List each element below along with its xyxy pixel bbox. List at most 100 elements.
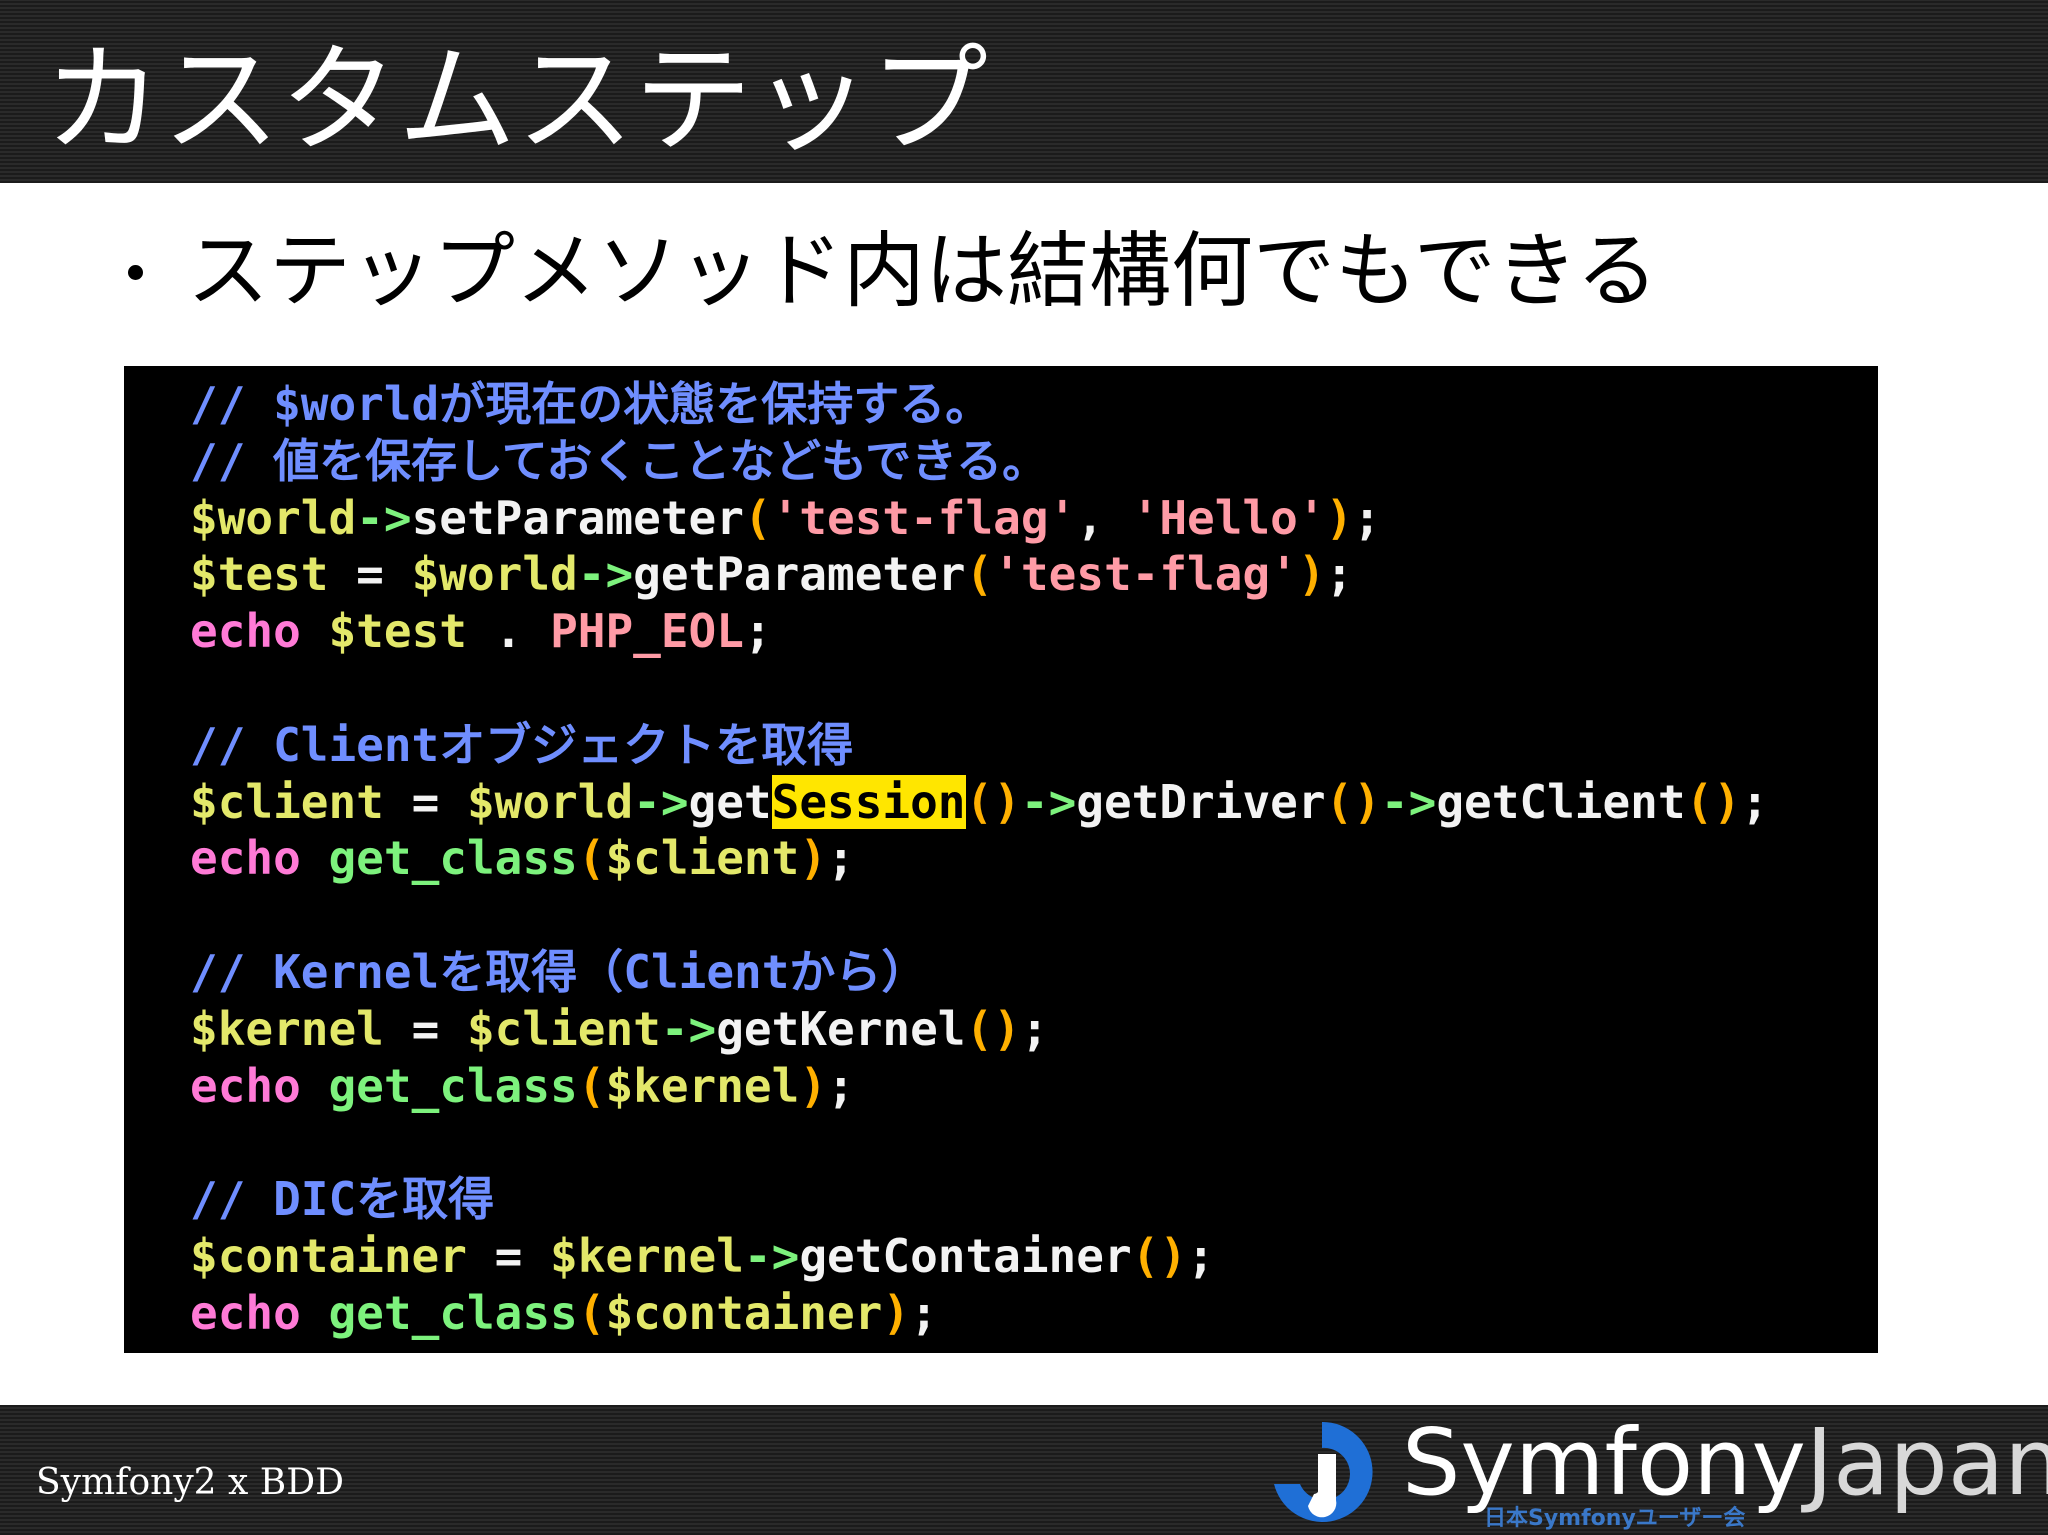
code-token: = [466, 1228, 551, 1283]
code-token: . [466, 604, 551, 659]
code-line: // 値を保存しておくことなどもできる。 [190, 433, 1878, 490]
code-token: -> [743, 1228, 800, 1283]
code-line: // Kernelを取得（Clientから） [190, 944, 1878, 1001]
code-line: $container = $kernel->getContainer(); [190, 1228, 1878, 1285]
code-token: $kernel [550, 1228, 744, 1283]
logo-secondary: Japan [1805, 1409, 2048, 1516]
code-token: -> [356, 490, 412, 545]
code-token: -> [633, 774, 689, 829]
code-token: ) [1297, 547, 1326, 602]
code-token: = [383, 1001, 467, 1056]
code-token: () [965, 1001, 1021, 1056]
code-token: // Clientオブジェクトを取得 [190, 717, 854, 772]
code-token: $test [328, 604, 467, 659]
code-token: get_class [328, 1285, 578, 1340]
code-token: -> [1380, 774, 1437, 829]
code-token: () [965, 774, 1021, 829]
code-token: ; [1187, 1228, 1215, 1283]
code-token: $client [190, 774, 384, 829]
code-token: ; [1325, 547, 1354, 602]
code-token: ( [577, 1285, 606, 1340]
code-token: getKernel [716, 1001, 966, 1056]
code-token: ) [1325, 490, 1354, 545]
code-token: ) [799, 1058, 828, 1113]
code-token: get [688, 774, 772, 829]
slide-title: カスタムステップ [44, 31, 989, 169]
code-token: setParameter [411, 490, 744, 545]
code-token: getParameter [633, 547, 966, 602]
code-token: // $worldが現在の状態を保持する。 [190, 377, 992, 431]
code-token: 'test-flag' [993, 547, 1298, 602]
slide-header: カスタムステップ [0, 0, 2048, 183]
code-token: ( [577, 831, 606, 886]
code-token: Session [771, 774, 966, 829]
code-token: $client [466, 1001, 661, 1056]
code-line: $test = $world->getParameter('test-flag'… [190, 546, 1878, 603]
code-token: -> [1020, 774, 1077, 829]
code-line: $world->setParameter('test-flag', 'Hello… [190, 490, 1878, 547]
code-token: getClient [1436, 774, 1686, 829]
code-line: echo get_class($client); [190, 830, 1878, 887]
code-token: get_class [328, 831, 578, 886]
code-line: $kernel = $client->getKernel(); [190, 1001, 1878, 1058]
code-token: = [328, 547, 412, 602]
code-token: // 値を保存しておくことなどもできる。 [190, 433, 1049, 488]
code-token: echo [190, 1285, 301, 1340]
code-token: $container [605, 1285, 883, 1340]
symfony-japan-logo-icon [1274, 1421, 1373, 1522]
code-line: echo get_class($container); [190, 1285, 1878, 1342]
code-snippet: // $worldが現在の状態を保持する。// 値を保存しておくことなどもできる… [124, 366, 1878, 1353]
code-line: // $worldが現在の状態を保持する。 [190, 376, 1878, 433]
code-token: echo [190, 604, 301, 659]
code-token: echo [190, 1058, 301, 1113]
symfony-japan-logo: SymfonyJapan 日本Symfonyユーザー会 [1262, 1409, 2048, 1532]
code-token: get_class [328, 1058, 578, 1113]
code-line: echo get_class($kernel); [190, 1058, 1878, 1115]
code-token: $world [411, 547, 578, 602]
code-token: , [1076, 490, 1132, 545]
code-token: $kernel [190, 1001, 384, 1056]
bullet-item: ステップメソッド内は結構何でもできる [128, 222, 1658, 322]
code-token: 'test-flag' [771, 490, 1077, 545]
code-token: $world [466, 774, 634, 829]
code-token: ; [827, 831, 855, 886]
code-token: () [1685, 774, 1741, 829]
code-token: // DICを取得 [190, 1172, 495, 1227]
code-token: $kernel [605, 1058, 800, 1113]
code-token: ) [799, 831, 828, 886]
code-token: $world [190, 490, 357, 545]
code-line: // Clientオブジェクトを取得 [190, 717, 1878, 774]
code-token: () [1131, 1228, 1188, 1283]
code-token: () [1325, 774, 1381, 829]
code-token: ( [577, 1058, 606, 1113]
code-token: getContainer [799, 1228, 1132, 1283]
bullet-dot-icon [128, 264, 143, 280]
code-token: = [383, 774, 467, 829]
code-token: $client [605, 831, 800, 886]
code-token: ; [1020, 1001, 1049, 1056]
code-token: ; [1353, 490, 1381, 545]
bullet-text: ステップメソッド内は結構何でもできる [187, 224, 1659, 319]
code-token: ( [743, 490, 772, 545]
code-token: -> [577, 547, 634, 602]
code-token: ; [1740, 774, 1769, 829]
code-token: $test [190, 547, 329, 602]
code-token: -> [660, 1001, 717, 1056]
code-line: echo $test . PHP_EOL; [190, 603, 1878, 660]
code-token: $container [190, 1228, 467, 1283]
code-token: ) [882, 1285, 911, 1340]
logo-subtitle: 日本Symfonyユーザー会 [1484, 1506, 1746, 1531]
code-token: ; [827, 1058, 855, 1113]
code-token: ; [743, 604, 772, 659]
footer-text: Symfony2 x BDD [36, 1462, 344, 1503]
code-token: PHP_EOL [550, 604, 744, 659]
code-token: 'Hello' [1131, 490, 1326, 545]
code-line: // DICを取得 [190, 1171, 1878, 1228]
code-line: $client = $world->getSession()->getDrive… [190, 774, 1878, 831]
